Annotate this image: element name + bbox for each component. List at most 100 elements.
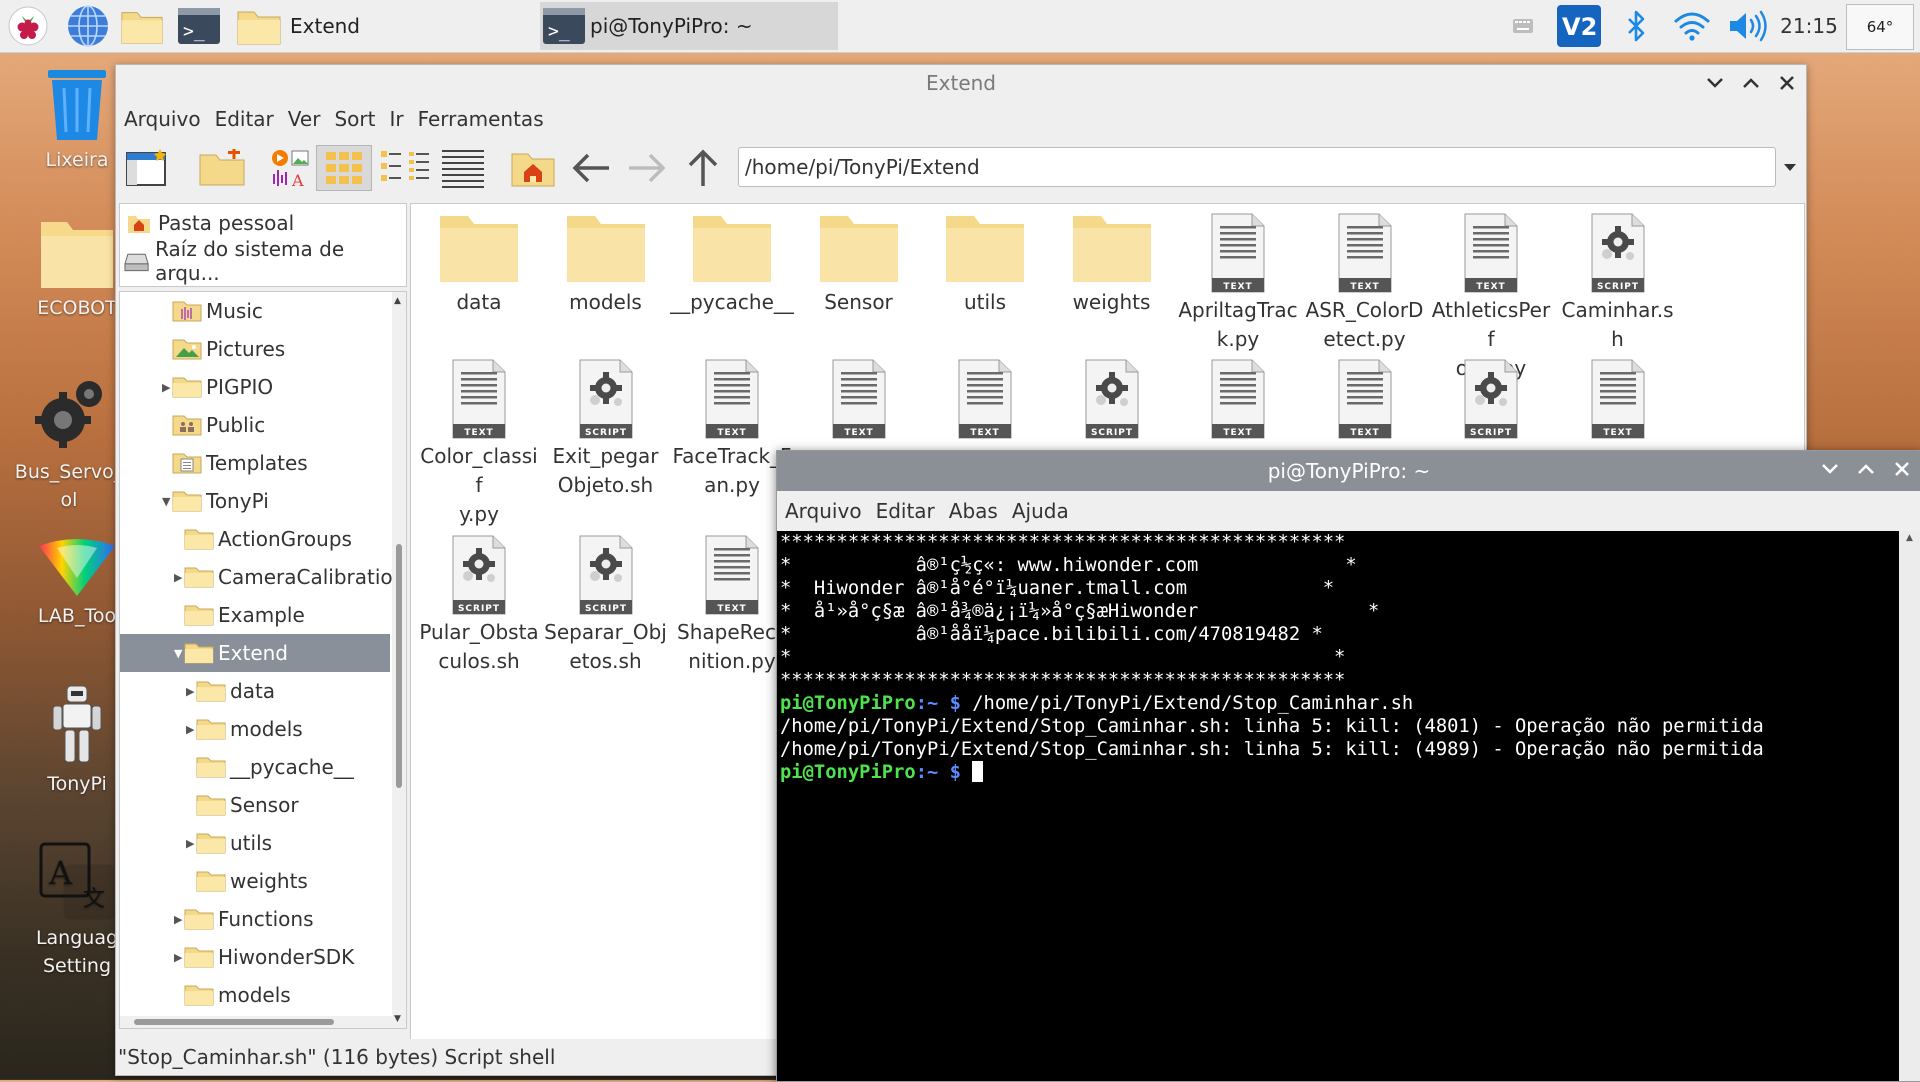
place-root[interactable]: Raíz do sistema de arqu... (120, 237, 406, 285)
expand-arrow-right-icon[interactable]: ▶ (186, 837, 194, 850)
detailed-list-view-button[interactable] (438, 145, 488, 191)
maximize-button[interactable] (1855, 458, 1877, 480)
new-folder-button[interactable] (194, 145, 250, 191)
menu-arquivo[interactable]: Arquivo (124, 107, 201, 131)
tree-item[interactable]: ▶ HiwonderSDK (120, 938, 390, 976)
tree-item[interactable]: ▶ utils (120, 824, 390, 862)
expand-arrow-right-icon[interactable]: ▶ (162, 381, 170, 394)
file-item[interactable]: TEXT (1556, 350, 1680, 442)
maximize-button[interactable] (1740, 72, 1762, 94)
tree-vertical-scrollbar[interactable]: ▲ ▼ (392, 292, 406, 1028)
scrollbar-thumb[interactable] (134, 1019, 334, 1025)
compact-view-button[interactable] (406, 145, 432, 191)
scroll-up-arrow-icon[interactable]: ▲ (1906, 533, 1913, 543)
folder-item[interactable]: data (417, 204, 541, 317)
home-button[interactable] (508, 145, 558, 191)
up-button[interactable] (680, 145, 726, 191)
menu-editar[interactable]: Editar (215, 107, 274, 131)
folder-item[interactable]: models (544, 204, 668, 317)
tree-item[interactable]: Templates (120, 444, 390, 482)
file-item[interactable]: SCRIPT Pular_Obsta culos.sh (417, 526, 541, 676)
terminal-icon[interactable]: >_ (177, 4, 221, 48)
expand-arrow-right-icon[interactable]: ▶ (186, 723, 194, 736)
close-button[interactable] (1776, 72, 1798, 94)
menu-abas[interactable]: Abas (949, 499, 998, 523)
clock[interactable]: 21:15 (1776, 0, 1842, 52)
folder-item[interactable]: Sensor (797, 204, 921, 317)
file-item[interactable]: TEXT (923, 350, 1047, 442)
menu-ajuda[interactable]: Ajuda (1012, 499, 1069, 523)
file-item[interactable]: TEXT Color_classif y.py (417, 350, 541, 529)
menu-sort[interactable]: Sort (334, 107, 375, 131)
path-input[interactable]: /home/pi/TonyPi/Extend (738, 147, 1776, 187)
menu-editar[interactable]: Editar (876, 499, 935, 523)
forward-button[interactable] (624, 145, 670, 191)
file-item[interactable]: TEXT ASR_ColorD etect.py (1303, 204, 1427, 354)
expand-arrow-right-icon[interactable]: ▶ (174, 951, 182, 964)
tree-horizontal-scrollbar[interactable] (120, 1016, 392, 1028)
expand-arrow-right-icon[interactable]: ▶ (174, 571, 182, 584)
terminal-output[interactable]: ****************************************… (777, 531, 1900, 1081)
media-view-button[interactable]: A (268, 145, 312, 191)
path-history-dropdown[interactable] (1778, 145, 1802, 191)
cpu-temperature-monitor[interactable]: 64° (1846, 4, 1914, 50)
expand-arrow-right-icon[interactable]: ▶ (186, 685, 194, 698)
folder-item[interactable]: __pycache__ (670, 204, 794, 317)
close-button[interactable] (1891, 458, 1913, 480)
tree-item[interactable]: __pycache__ (120, 748, 390, 786)
terminal-titlebar[interactable]: pi@TonyPiPro: ~ (777, 451, 1920, 491)
task-terminal[interactable]: >_ pi@TonyPiPro: ~ (540, 2, 838, 50)
tree-item[interactable]: Public (120, 406, 390, 444)
tree-item[interactable]: weights (120, 862, 390, 900)
file-manager-icon[interactable] (120, 4, 164, 48)
folder-item[interactable]: weights (1050, 204, 1174, 317)
new-window-button[interactable] (122, 145, 172, 191)
window-titlebar[interactable]: Extend (116, 65, 1806, 101)
minimize-button[interactable] (1704, 72, 1726, 94)
back-button[interactable] (568, 145, 614, 191)
tree-item[interactable]: ▶ data (120, 672, 390, 710)
desktop-icon-bus-servo[interactable]: Bus_Servo_ ol (10, 374, 128, 514)
tree-item[interactable]: Pictures (120, 330, 390, 368)
tree-item[interactable]: Sensor (120, 786, 390, 824)
tree-item[interactable]: ActionGroups (120, 520, 390, 558)
file-item[interactable]: SCRIPT Exit_pegar Objeto.sh (544, 350, 668, 500)
bluetooth-icon[interactable] (1618, 0, 1654, 52)
expand-arrow-right-icon[interactable]: ▶ (174, 913, 182, 926)
tree-item[interactable]: ▶ Functions (120, 900, 390, 938)
tree-item[interactable]: ▶ models (120, 710, 390, 748)
scrollbar-thumb[interactable] (396, 544, 402, 788)
minimize-button[interactable] (1819, 458, 1841, 480)
tree-item[interactable]: ▼ TonyPi (120, 482, 390, 520)
terminal-scrollbar[interactable]: ▲ (1899, 531, 1920, 1081)
folder-item[interactable]: utils (923, 204, 1047, 317)
menu-ir[interactable]: Ir (389, 107, 403, 131)
menu-ferramentas[interactable]: Ferramentas (418, 107, 544, 131)
tree-item[interactable]: Example (120, 596, 390, 634)
scroll-up-arrow-icon[interactable]: ▲ (394, 296, 401, 306)
file-item[interactable]: TEXT ApriltagTrac k.py (1176, 204, 1300, 354)
vnc-icon[interactable]: V2 (1554, 0, 1604, 52)
tree-item[interactable]: ▼ Extend (120, 634, 390, 672)
file-item[interactable]: SCRIPT (1429, 350, 1553, 442)
tree-item[interactable]: ▶ PIGPIO (120, 368, 390, 406)
file-item[interactable]: TEXT (1303, 350, 1427, 442)
thumbnail-view-button[interactable] (378, 145, 404, 191)
icon-view-button[interactable] (316, 145, 372, 191)
tree-item[interactable]: models (120, 976, 390, 1014)
file-item[interactable]: TEXT (797, 350, 921, 442)
wifi-icon[interactable] (1670, 0, 1714, 52)
file-item[interactable]: TEXT (1176, 350, 1300, 442)
expand-arrow-down-icon[interactable]: ▼ (174, 647, 182, 660)
scroll-down-arrow-icon[interactable]: ▼ (394, 1014, 401, 1024)
file-item[interactable]: SCRIPT Caminhar.sh (1556, 204, 1680, 354)
file-item[interactable]: SCRIPT (1050, 350, 1174, 442)
tree-item[interactable]: Music (120, 292, 390, 330)
tree-item[interactable]: ▶ CameraCalibratio (120, 558, 393, 596)
task-extend[interactable]: Extend (236, 2, 534, 50)
file-item[interactable]: SCRIPT Separar_Obj etos.sh (544, 526, 668, 676)
menu-ver[interactable]: Ver (288, 107, 321, 131)
raspberry-menu-icon[interactable] (6, 4, 50, 48)
expand-arrow-down-icon[interactable]: ▼ (162, 495, 170, 508)
volume-icon[interactable] (1724, 0, 1770, 52)
